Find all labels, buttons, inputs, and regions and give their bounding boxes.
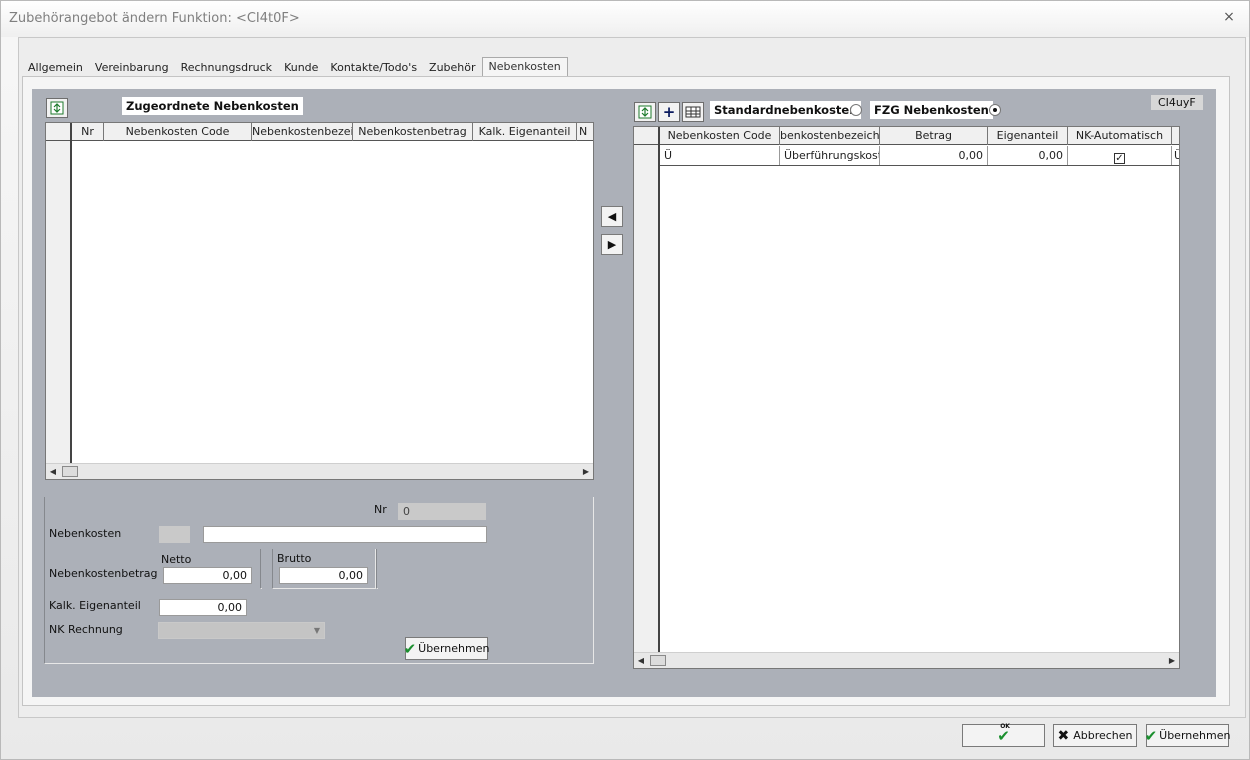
move-right-button[interactable]: ▶ [601,234,623,255]
move-left-button[interactable]: ◀ [601,206,623,227]
nebenkosten-panel: Zugeordnete Nebenkosten Nr Nebenkosten C… [32,89,1216,697]
cell-automatisch[interactable]: ✓ [1068,146,1172,165]
column-header[interactable] [1172,127,1179,145]
fzg-costs-label: FZG Nebenkosten [870,101,993,119]
nr-field: 0 [398,503,486,520]
column-header[interactable]: Betrag [880,127,988,145]
column-header[interactable]: Nebenkosten Code [660,127,780,145]
window-title: Zubehörangebot ändern Funktion: <CI4t0F> [9,11,300,26]
left-grid-scrollbar[interactable]: ◀ ▶ [46,463,593,479]
brutto-field[interactable]: 0,00 [279,567,368,584]
cell-eigenanteil[interactable]: 0,00 [988,146,1068,165]
available-costs-header: Nebenkosten Code benkostenbezeichnu Betr… [634,127,1179,145]
record-code-tag: CI4uyF [1151,95,1203,110]
tab-panel-nebenkosten: Zugeordnete Nebenkosten Nr Nebenkosten C… [22,76,1230,706]
column-header[interactable]: Nr [72,123,104,141]
scroll-right-icon[interactable]: ▶ [1167,656,1177,666]
dialog-window: Zubehörangebot ändern Funktion: <CI4t0F>… [0,0,1250,760]
netto-label: Netto [161,553,192,566]
cancel-label: Abbrechen [1073,729,1133,742]
column-header[interactable]: benkostenbezeichnu [780,127,880,145]
refresh-right-icon[interactable] [634,102,656,122]
nk-automatisch-checkbox[interactable]: ✓ [1114,153,1125,164]
eigenanteil-label: Kalk. Eigenanteil [49,599,141,612]
column-header[interactable]: Nebenkosten Code [104,123,252,141]
tab-rechnungsdruck[interactable]: Rechnungsdruck [175,59,278,77]
cell-betrag[interactable]: 0,00 [880,146,988,165]
table-row[interactable]: Ü Überführungskost 0,00 0,00 ✓ Ü [660,146,1179,166]
tab-bar: Allgemein Vereinbarung Rechnungsdruck Ku… [22,57,568,77]
fzg-costs-radio[interactable] [989,104,1001,116]
standard-costs-radio[interactable] [850,104,862,116]
tab-kontakte[interactable]: Kontakte/Todo's [324,59,423,77]
cancel-button[interactable]: ✖ Abbrechen [1053,724,1137,747]
arrow-right-icon: ▶ [607,238,617,251]
nebenkosten-code-field [159,526,190,543]
check-icon: ✔ [403,639,417,658]
column-header[interactable]: N [577,123,593,141]
assigned-costs-title: Zugeordnete Nebenkosten [122,97,303,115]
tab-zubehoer[interactable]: Zubehör [423,59,481,77]
column-header[interactable]: Eigenanteil [988,127,1068,145]
eigenanteil-field[interactable]: 0,00 [159,599,247,616]
assigned-costs-grid[interactable]: Nr Nebenkosten Code Nebenkostenbezeich N… [45,122,594,480]
title-bar: Zubehörangebot ändern Funktion: <CI4t0F>… [1,1,1249,37]
nk-rechnung-label: NK Rechnung [49,623,123,636]
netto-group-divider [260,549,262,589]
apply-button[interactable]: ✔ Übernehmen [1144,724,1231,747]
standard-costs-label: Standardnebenkosten [710,101,862,119]
betrag-label: Nebenkostenbetrag [49,567,158,580]
scroll-left-icon[interactable]: ◀ [636,656,646,666]
scroll-right-icon[interactable]: ▶ [581,467,591,477]
ok-button[interactable]: ✔ OK [962,722,1045,747]
cell-extra[interactable]: Ü [1172,146,1179,165]
apply-cost-button[interactable]: ✔ Übernehmen [403,637,490,660]
right-grid-scrollbar[interactable]: ◀ ▶ [634,652,1179,668]
cell-bezeichnung[interactable]: Überführungskost [780,146,880,165]
scroll-left-icon[interactable]: ◀ [48,467,58,477]
arrow-left-icon: ◀ [607,210,617,223]
available-costs-grid[interactable]: Nebenkosten Code benkostenbezeichnu Betr… [633,126,1180,669]
dialog-body: Allgemein Vereinbarung Rechnungsdruck Ku… [18,37,1246,718]
assigned-costs-header: Nr Nebenkosten Code Nebenkostenbezeich N… [46,123,593,141]
chevron-down-icon: ▼ [313,626,320,635]
tab-kunde[interactable]: Kunde [278,59,324,77]
header-corner [634,127,660,145]
brutto-label: Brutto [277,552,312,565]
row-indicator-column [46,123,72,463]
ok-label: OK [1000,722,1010,730]
tab-vereinbarung[interactable]: Vereinbarung [89,59,175,77]
netto-field[interactable]: 0,00 [163,567,252,584]
nr-label: Nr [374,503,387,516]
nebenkosten-label: Nebenkosten [49,527,122,540]
brutto-group-divider [376,549,378,589]
tab-allgemein[interactable]: Allgemein [22,59,89,77]
apply-cost-label: Übernehmen [418,642,490,655]
header-corner [46,123,72,141]
row-indicator-column [634,127,660,652]
tab-nebenkosten[interactable]: Nebenkosten [481,57,568,77]
grid-settings-icon[interactable] [682,102,704,122]
column-header[interactable]: NK-Automatisch [1068,127,1172,145]
check-icon: ✔ [1144,726,1158,745]
column-header[interactable]: Nebenkostenbezeich [252,123,353,141]
add-icon[interactable]: + [658,102,680,122]
close-icon[interactable]: × [1221,9,1237,25]
column-header[interactable]: Kalk. Eigenanteil [473,123,577,141]
ok-check-icon: ✔ OK [997,722,1010,745]
close-icon: ✖ [1057,727,1070,744]
refresh-icon[interactable] [46,98,68,118]
scroll-thumb[interactable] [62,466,78,477]
scroll-thumb[interactable] [650,655,666,666]
nebenkosten-text-field[interactable] [203,526,487,543]
cell-code[interactable]: Ü [660,146,780,165]
nk-rechnung-select[interactable]: ▼ [158,622,325,639]
apply-label: Übernehmen [1159,729,1231,742]
column-header[interactable]: Nebenkostenbetrag [353,123,473,141]
